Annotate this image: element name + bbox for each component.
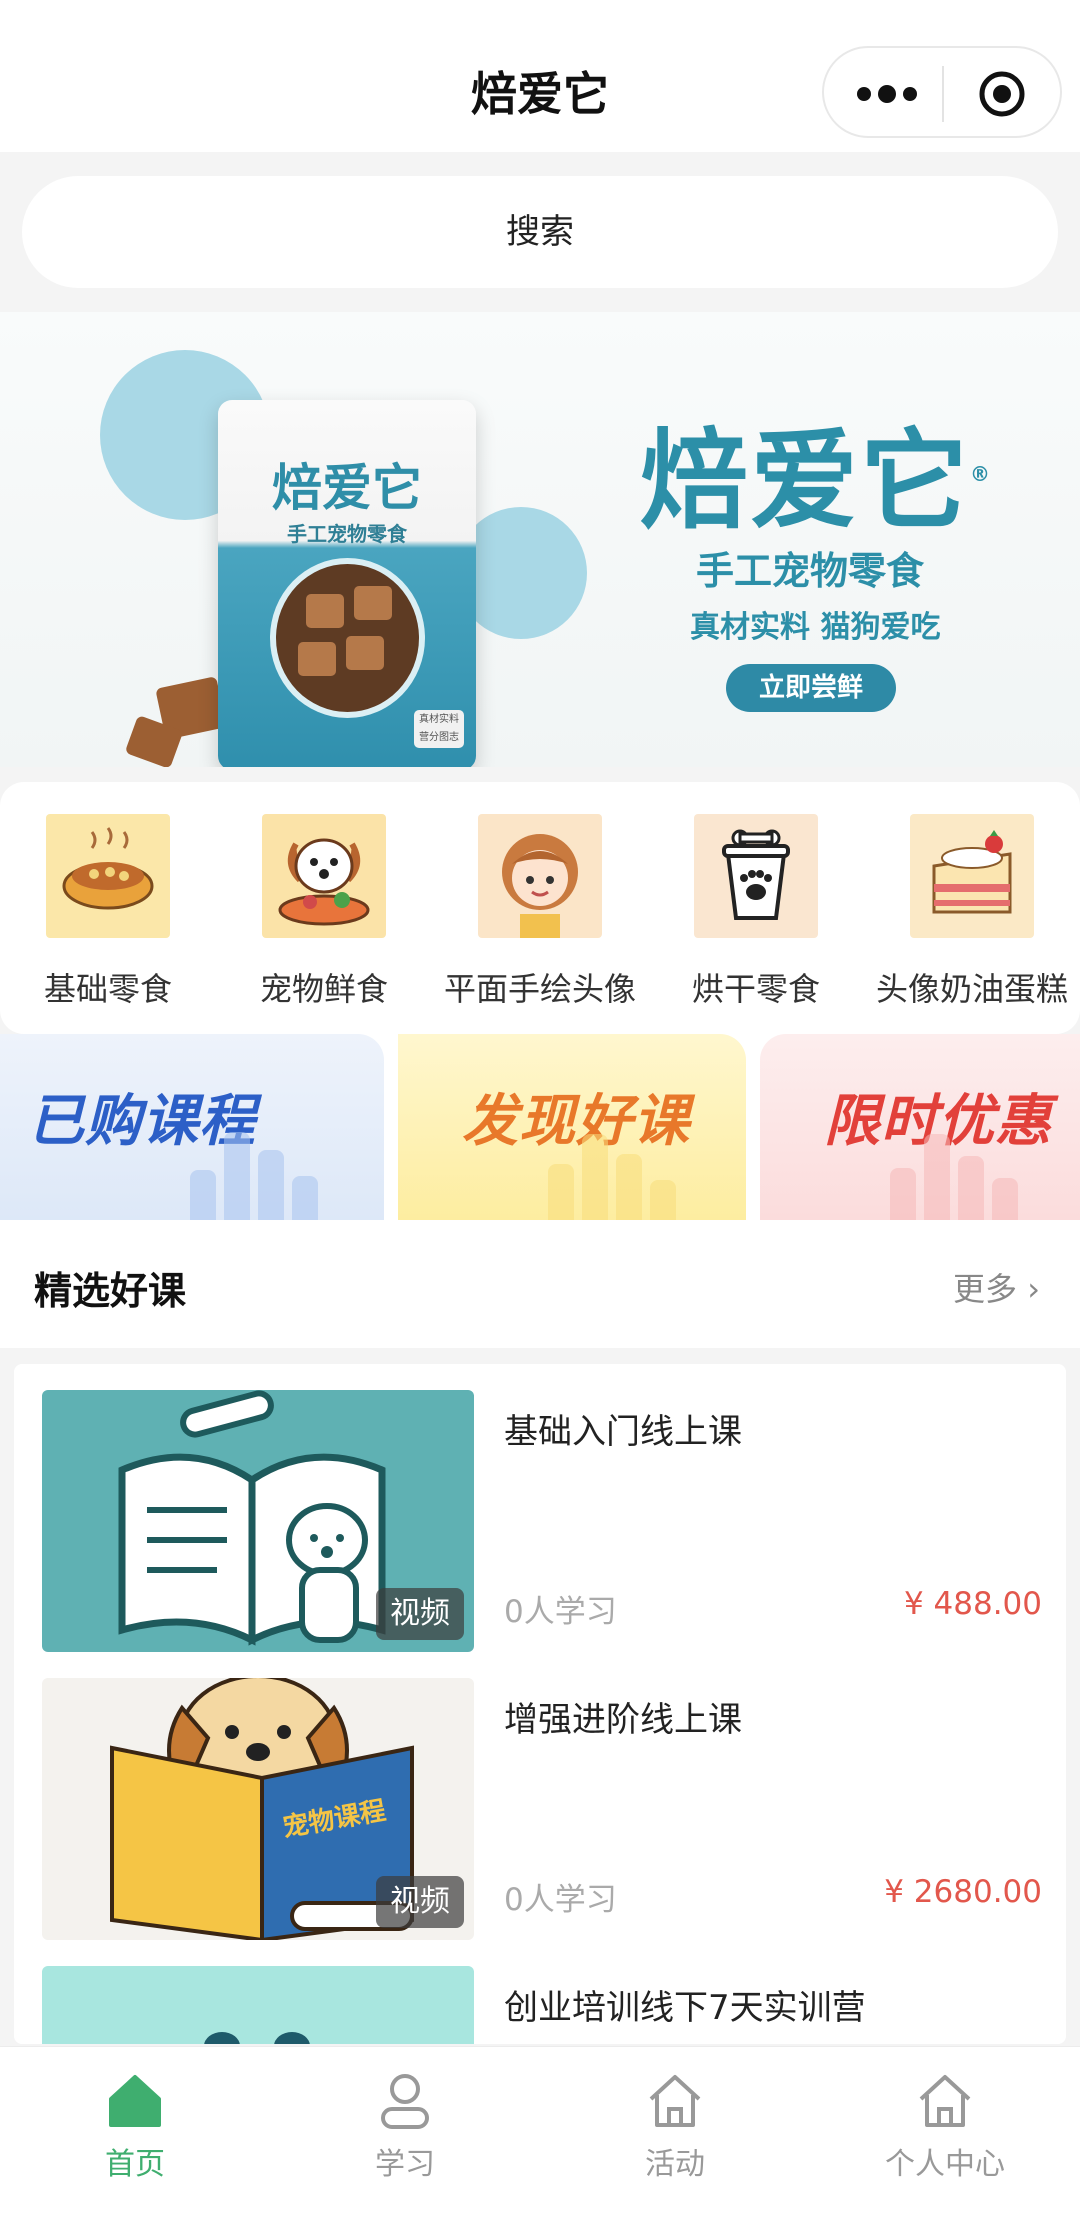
course-learners: 0人学习: [504, 1594, 617, 1630]
bag-window: [270, 558, 425, 718]
more-link[interactable]: 更多 ›: [953, 1264, 1040, 1310]
category-label: 头像奶油蛋糕: [875, 970, 1068, 1008]
house-icon: [649, 2075, 701, 2127]
tab-home[interactable]: 首页: [0, 2071, 270, 2191]
limited-offer-card[interactable]: 限时优惠: [760, 1034, 1080, 1220]
capsule-divider: [942, 66, 944, 122]
category-grid: 基础零食 宠物鲜食 平面手绘头像 烘干零食 头像奶油蛋糕: [0, 782, 1080, 1034]
course-illustration: [204, 2032, 310, 2044]
category-item[interactable]: 基础零食: [0, 814, 216, 1014]
course-thumbnail: [42, 1966, 474, 2044]
discover-courses-card[interactable]: 发现好课: [398, 1034, 746, 1220]
tab-label: 首页: [105, 2147, 165, 2182]
bag-subtitle: 手工宠物零食: [287, 522, 407, 546]
chevron-right-icon: ›: [1027, 1270, 1040, 1308]
nav-header: 焙爱它: [0, 0, 1080, 152]
banner-tagline-secondary: 真材实料 猫狗爱吃: [690, 610, 941, 645]
course-card[interactable]: 视频 基础入门线上课 0人学习 ¥ 488.00: [42, 1390, 1042, 1652]
tab-activity[interactable]: 活动: [540, 2071, 810, 2191]
decor-bars: [890, 1120, 1070, 1220]
bottom-tab-bar: 首页 学习 活动 个人中心: [0, 2046, 1080, 2238]
promo-banner[interactable]: 焙爱它 手工宠物零食 真材实料 营分图志 焙爱它® 手工宠物零食 真材实料 猫狗…: [0, 312, 1080, 767]
mini-program-capsule: [822, 46, 1062, 138]
course-title: 创业培训线下7天实训营: [504, 1988, 866, 2028]
dog-food-icon: [262, 814, 386, 938]
category-item[interactable]: 烘干零食: [648, 814, 864, 1014]
product-bag-image: 焙爱它 手工宠物零食 真材实料 营分图志: [218, 400, 476, 767]
tab-label: 个人中心: [885, 2147, 1005, 2182]
target-icon[interactable]: [978, 70, 1026, 118]
home-icon: [109, 2075, 161, 2127]
category-label: 平面手绘头像: [443, 970, 636, 1008]
category-item[interactable]: 宠物鲜食: [216, 814, 432, 1014]
search-input[interactable]: 搜索: [22, 176, 1058, 288]
course-title: 增强进阶线上课: [504, 1700, 742, 1740]
banner-tagline: 手工宠物零食: [696, 549, 925, 593]
course-card[interactable]: 创业培训线下7天实训营: [42, 1966, 1042, 2044]
user-icon: [381, 2074, 429, 2129]
course-thumbnail: 宠物课程 视频: [42, 1678, 474, 1940]
banner-brand: 焙爱它®: [640, 419, 993, 544]
try-now-button[interactable]: 立即尝鲜: [726, 664, 896, 712]
category-item[interactable]: 头像奶油蛋糕: [864, 814, 1080, 1014]
tab-study[interactable]: 学习: [270, 2071, 540, 2191]
decor-bars: [548, 1120, 728, 1220]
category-label: 烘干零食: [691, 970, 820, 1008]
course-price: ¥ 488.00: [903, 1586, 1042, 1622]
featured-section-header: 精选好课 更多 ›: [0, 1220, 1080, 1348]
page: 焙爱它 搜索 焙爱它 手工宠物零食 真材实料 营分图志 焙爱它® 手工宠物零食 …: [0, 0, 1080, 2238]
house-icon: [919, 2075, 971, 2127]
more-dots-icon[interactable]: [852, 78, 922, 110]
course-learners: 0人学习: [504, 1882, 617, 1918]
paw-cup-icon: [694, 814, 818, 938]
course-price: ¥ 2680.00: [884, 1874, 1042, 1910]
course-list: 视频 基础入门线上课 0人学习 ¥ 488.00 宠物课程 视频 增强进阶线上课…: [14, 1364, 1066, 2044]
bag-tag: 真材实料 营分图志: [414, 710, 464, 748]
cake-icon: [910, 814, 1034, 938]
video-badge: 视频: [376, 1876, 464, 1928]
course-thumbnail: 视频: [42, 1390, 474, 1652]
section-title: 精选好课: [34, 1269, 187, 1313]
purchased-courses-card[interactable]: 已购课程: [0, 1034, 384, 1220]
tab-profile[interactable]: 个人中心: [810, 2071, 1080, 2191]
food-bowl-icon: [46, 814, 170, 938]
promo-row: 已购课程 发现好课 限时优惠: [0, 1034, 1080, 1220]
category-item[interactable]: 平面手绘头像: [432, 814, 648, 1014]
search-area: 搜索: [0, 152, 1080, 312]
portrait-icon: [478, 814, 602, 938]
bag-brand: 焙爱它: [272, 459, 422, 517]
category-label: 基础零食: [43, 970, 172, 1008]
tab-label: 活动: [645, 2147, 705, 2182]
course-title: 基础入门线上课: [504, 1412, 742, 1452]
category-label: 宠物鲜食: [259, 970, 388, 1008]
decor-bars: [190, 1120, 370, 1220]
video-badge: 视频: [376, 1588, 464, 1640]
tab-label: 学习: [375, 2147, 435, 2182]
course-card[interactable]: 宠物课程 视频 增强进阶线上课 0人学习 ¥ 2680.00: [42, 1678, 1042, 1940]
